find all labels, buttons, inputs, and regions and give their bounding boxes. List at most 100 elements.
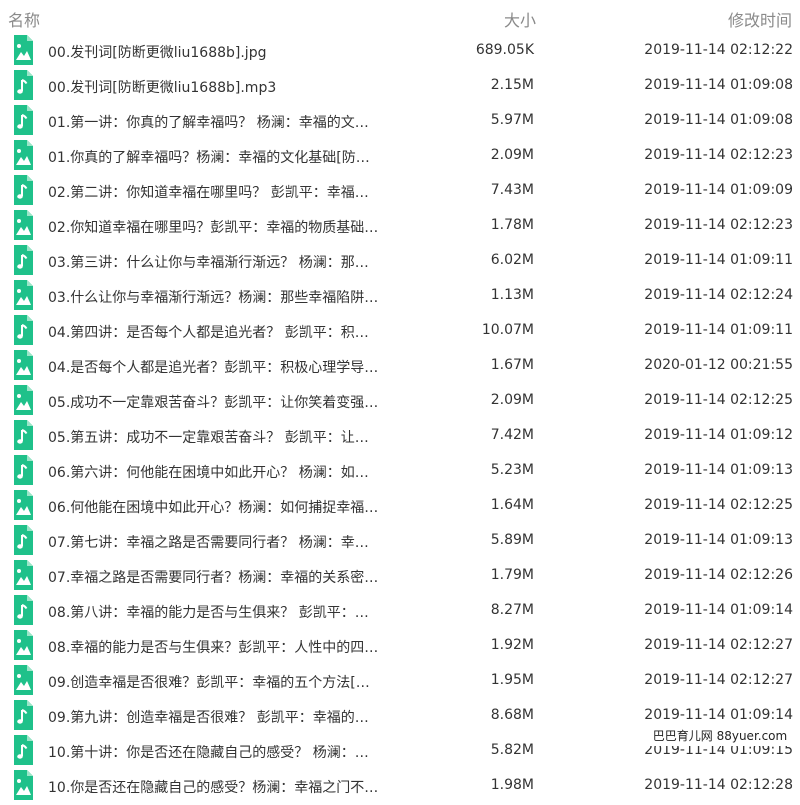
image-file-icon [12, 629, 34, 661]
audio-file-icon [12, 104, 34, 136]
file-size: 1.79M [490, 567, 534, 583]
file-row[interactable]: 06.第六讲：何他能在困境中如此开心？ 杨澜：如… 5.23M 2019-11-14… [0, 454, 800, 489]
image-file-icon [12, 349, 34, 381]
column-header-size[interactable]: 大小 [496, 7, 536, 31]
file-name: 10.第十讲：你是否还在隐藏自己的感受？ 杨澜：… [48, 745, 369, 761]
file-name: 09.第九讲：创造幸福是否很难？ 彭凯平：幸福的… [48, 710, 369, 726]
file-modified-time: 2019-11-14 01:09:12 [644, 427, 793, 443]
file-modified-time: 2019-11-14 01:09:08 [644, 112, 793, 128]
file-list: 00.发刊词[防断更微liu1688b].jpg 689.05K 2019-11-1… [0, 34, 800, 804]
file-row[interactable]: 10.你是否还在隐藏自己的感受？杨澜：幸福之门不… 1.98M 2019-11-14… [0, 769, 800, 804]
file-modified-time: 2019-11-14 01:09:13 [644, 532, 793, 548]
image-file-icon [12, 384, 34, 416]
file-modified-time: 2019-11-14 01:09:09 [644, 182, 793, 198]
file-row[interactable]: 09.创造幸福是否很难？彭凯平：幸福的五个方法[… 1.95M 2019-11-14… [0, 664, 800, 699]
file-name: 05.第五讲：成功不一定靠艰苦奋斗？ 彭凯平：让… [48, 430, 369, 446]
audio-file-icon [12, 454, 34, 486]
file-row[interactable]: 01.第一讲：你真的了解幸福吗？ 杨澜：幸福的文… 5.97M 2019-11-14… [0, 104, 800, 139]
file-size: 5.97M [490, 112, 534, 128]
file-name: 04.第四讲：是否每个人都是追光者？ 彭凯平：积… [48, 325, 369, 341]
file-row[interactable]: 05.第五讲：成功不一定靠艰苦奋斗？ 彭凯平：让… 7.42M 2019-11-14… [0, 419, 800, 454]
file-name: 07.幸福之路是否需要同行者？杨澜：幸福的关系密… [48, 570, 379, 586]
file-name: 05.成功不一定靠艰苦奋斗？彭凯平：让你笑着变强… [48, 395, 379, 411]
file-modified-time: 2019-11-14 01:09:14 [644, 602, 793, 618]
file-modified-time: 2019-11-14 02:12:23 [644, 147, 793, 163]
file-row[interactable]: 03.第三讲：什么让你与幸福渐行渐远？ 杨澜：那… 6.02M 2019-11-14… [0, 244, 800, 279]
file-name: 01.第一讲：你真的了解幸福吗？ 杨澜：幸福的文… [48, 115, 369, 131]
file-modified-time: 2019-11-14 02:12:24 [644, 287, 793, 303]
file-modified-time: 2019-11-14 02:12:27 [644, 637, 793, 653]
file-name: 01.你真的了解幸福吗？杨澜：幸福的文化基础[防… [48, 150, 370, 166]
file-row[interactable]: 08.幸福的能力是否与生俱来？彭凯平：人性中的四… 1.92M 2019-11-14… [0, 629, 800, 664]
file-modified-time: 2019-11-14 02:12:26 [644, 567, 793, 583]
file-row[interactable]: 00.发刊词[防断更微liu1688b].mp3 2.15M 2019-11-14 … [0, 69, 800, 104]
file-row[interactable]: 06.何他能在困境中如此开心？杨澜：如何捕捉幸福… 1.64M 2019-11-14… [0, 489, 800, 524]
file-size: 6.02M [490, 252, 534, 268]
file-modified-time: 2019-11-14 02:12:28 [644, 777, 793, 793]
file-size: 1.78M [490, 217, 534, 233]
file-modified-time: 2019-11-14 02:12:27 [644, 672, 793, 688]
image-file-icon [12, 664, 34, 696]
file-size: 2.09M [490, 392, 534, 408]
image-file-icon [12, 279, 34, 311]
file-row[interactable]: 04.是否每个人都是追光者？彭凯平：积极心理学导… 1.67M 2020-01-12… [0, 349, 800, 384]
audio-file-icon [12, 244, 34, 276]
audio-file-icon [12, 734, 34, 766]
audio-file-icon [12, 314, 34, 346]
file-name: 09.创造幸福是否很难？彭凯平：幸福的五个方法[… [48, 675, 370, 691]
file-size: 8.68M [490, 707, 534, 723]
file-row[interactable]: 02.第二讲：你知道幸福在哪里吗？ 彭凯平：幸福… 7.43M 2019-11-14… [0, 174, 800, 209]
file-list-window: 名称 大小 修改时间 00.发刊词[防断更微liu1688b].jpg 689.0… [0, 0, 800, 805]
file-row[interactable]: 05.成功不一定靠艰苦奋斗？彭凯平：让你笑着变强… 2.09M 2019-11-14… [0, 384, 800, 419]
file-name: 06.第六讲：何他能在困境中如此开心？ 杨澜：如… [48, 465, 369, 481]
column-header: 名称 大小 修改时间 [0, 0, 800, 34]
file-row[interactable]: 08.第八讲：幸福的能力是否与生俱来？ 彭凯平：… 8.27M 2019-11-14… [0, 594, 800, 629]
audio-file-icon [12, 524, 34, 556]
column-header-modified-time[interactable]: 修改时间 [690, 7, 792, 31]
file-name: 07.第七讲：幸福之路是否需要同行者？ 杨澜：幸… [48, 535, 369, 551]
file-name: 08.第八讲：幸福的能力是否与生俱来？ 彭凯平：… [48, 605, 369, 621]
file-row[interactable]: 00.发刊词[防断更微liu1688b].jpg 689.05K 2019-11-1… [0, 34, 800, 69]
file-name: 06.何他能在困境中如此开心？杨澜：如何捕捉幸福… [48, 500, 379, 516]
image-file-icon [12, 139, 34, 171]
file-row[interactable]: 02.你知道幸福在哪里吗？彭凯平：幸福的物质基础… 1.78M 2019-11-14… [0, 209, 800, 244]
file-size: 1.67M [490, 357, 534, 373]
file-size: 2.09M [490, 147, 534, 163]
file-size: 1.95M [490, 672, 534, 688]
file-size: 10.07M [481, 322, 534, 338]
file-size: 5.82M [490, 742, 534, 758]
file-row[interactable]: 04.第四讲：是否每个人都是追光者？ 彭凯平：积… 10.07M 2019-11-1… [0, 314, 800, 349]
file-row[interactable]: 07.幸福之路是否需要同行者？杨澜：幸福的关系密… 1.79M 2019-11-14… [0, 559, 800, 594]
file-name: 02.第二讲：你知道幸福在哪里吗？ 彭凯平：幸福… [48, 185, 369, 201]
file-size: 1.92M [490, 637, 534, 653]
image-file-icon [12, 209, 34, 241]
image-file-icon [12, 559, 34, 591]
file-modified-time: 2019-11-14 02:12:23 [644, 217, 793, 233]
file-name: 10.你是否还在隐藏自己的感受？杨澜：幸福之门不… [48, 780, 379, 796]
file-modified-time: 2019-11-14 01:09:11 [644, 322, 793, 338]
file-size: 7.43M [490, 182, 534, 198]
file-size: 1.64M [490, 497, 534, 513]
file-name: 04.是否每个人都是追光者？彭凯平：积极心理学导… [48, 360, 379, 376]
file-name: 08.幸福的能力是否与生俱来？彭凯平：人性中的四… [48, 640, 379, 656]
column-header-name[interactable]: 名称 [8, 7, 40, 31]
file-modified-time: 2020-01-12 00:21:55 [644, 357, 793, 373]
file-modified-time: 2019-11-14 01:09:13 [644, 462, 793, 478]
image-file-icon [12, 489, 34, 521]
file-size: 1.98M [490, 777, 534, 793]
file-modified-time: 2019-11-14 01:09:08 [644, 77, 793, 93]
file-row[interactable]: 07.第七讲：幸福之路是否需要同行者？ 杨澜：幸… 5.89M 2019-11-14… [0, 524, 800, 559]
file-row[interactable]: 03.什么让你与幸福渐行渐远？杨澜：那些幸福陷阱… 1.13M 2019-11-14… [0, 279, 800, 314]
file-name: 03.第三讲：什么让你与幸福渐行渐远？ 杨澜：那… [48, 255, 369, 271]
file-modified-time: 2019-11-14 01:09:11 [644, 252, 793, 268]
image-file-icon [12, 769, 34, 801]
file-size: 689.05K [475, 42, 534, 58]
file-size: 8.27M [490, 602, 534, 618]
file-size: 1.13M [490, 287, 534, 303]
file-size: 5.89M [490, 532, 534, 548]
file-size: 5.23M [490, 462, 534, 478]
audio-file-icon [12, 174, 34, 206]
file-row[interactable]: 01.你真的了解幸福吗？杨澜：幸福的文化基础[防… 2.09M 2019-11-14… [0, 139, 800, 174]
file-name: 00.发刊词[防断更微liu1688b].mp3 [48, 80, 277, 96]
file-name: 00.发刊词[防断更微liu1688b].jpg [48, 45, 267, 61]
